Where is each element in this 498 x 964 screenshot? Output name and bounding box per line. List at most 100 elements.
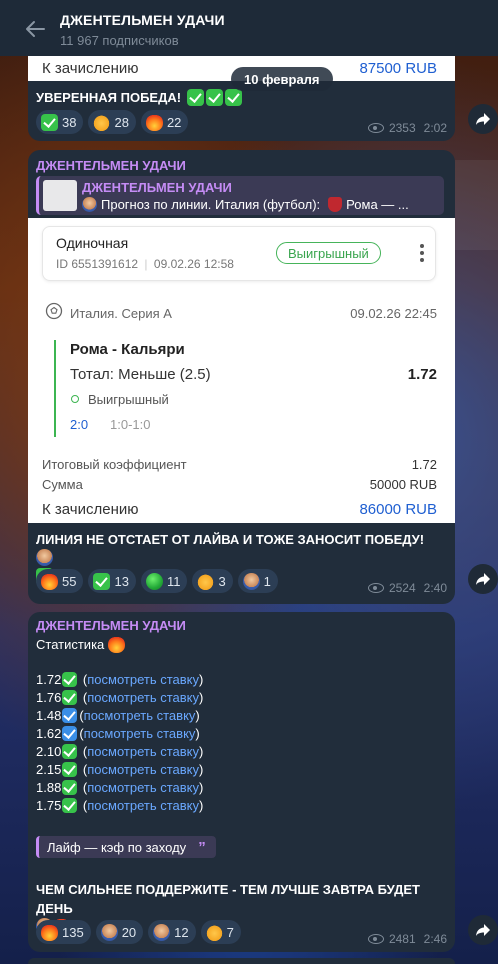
stat-row: 1.75 (посмотреть ставку): [36, 797, 204, 813]
market-name: Тотал: Меньше (2.5): [70, 366, 211, 383]
next-message-edge: [28, 958, 455, 964]
view-count: 2524: [388, 581, 416, 595]
quote-mark-icon: ”: [198, 838, 206, 856]
reaction-chip[interactable]: 13: [88, 569, 136, 593]
avatar-icon: [82, 197, 97, 212]
bet-id: ID 6551391612: [56, 257, 139, 271]
stat-value: 1.62: [36, 725, 62, 741]
stat-row: 2.10 (посмотреть ставку): [36, 743, 204, 759]
reactions-row: 135 20 12 7: [36, 920, 241, 944]
message-bubble[interactable]: К зачислению 87500 RUB УВЕРЕННАЯ ПОБЕДА!…: [28, 44, 455, 141]
reaction-count: 22: [166, 114, 182, 130]
reaction-count: 38: [62, 114, 77, 130]
separator: |: [144, 257, 148, 271]
green-circle-icon: [145, 572, 163, 590]
reaction-count: 3: [218, 573, 226, 589]
reaction-chip[interactable]: 12: [148, 920, 196, 944]
view-bet-link[interactable]: посмотреть ставку: [87, 690, 199, 705]
share-button[interactable]: [468, 104, 498, 134]
reactions-row: 38 28 22: [36, 110, 189, 134]
avatar-icon: [242, 572, 260, 590]
check-icon: [62, 689, 78, 705]
message-time: 2:46: [423, 932, 447, 946]
share-arrow-icon: [476, 924, 490, 936]
message-meta: 2481 2:46: [367, 932, 447, 946]
avatar-icon: [100, 923, 118, 941]
stat-row: 1.88 (посмотреть ставку): [36, 779, 204, 795]
reply-preview[interactable]: ДЖЕНТЕЛЬМЕН УДАЧИ Прогноз по линии. Итал…: [36, 176, 444, 215]
view-count: 2481: [388, 932, 416, 946]
reaction-chip[interactable]: 3: [192, 569, 233, 593]
view-bet-link[interactable]: посмотреть ставку: [84, 708, 196, 723]
reaction-chip[interactable]: 28: [88, 110, 136, 134]
reaction-count: 135: [62, 924, 84, 940]
fire-icon: [108, 636, 126, 653]
score: 2:0: [70, 417, 89, 432]
reaction-count: 11: [166, 573, 181, 589]
check-icon: [62, 779, 78, 795]
background-decoration: [455, 160, 498, 250]
sum-value: 50000 RUB: [369, 477, 437, 492]
credit-label: К зачислению: [42, 60, 139, 77]
quote-text: Лайф — кэф по заходу: [47, 839, 187, 855]
reaction-chip[interactable]: 1: [237, 569, 278, 593]
stat-value: 2.15: [36, 761, 62, 777]
message-text: УВЕРЕННАЯ ПОБЕДА!: [36, 89, 243, 106]
blue-check-icon: [62, 725, 78, 741]
reaction-chip[interactable]: 38: [36, 110, 84, 134]
fire-icon: [41, 923, 58, 941]
reply-text-content: Прогноз по линии. Италия (футбол):: [101, 197, 321, 212]
message-author[interactable]: ДЖЕНТЕЛЬМЕН УДАЧИ: [36, 618, 186, 633]
check-icon: [41, 113, 58, 131]
reaction-chip[interactable]: 7: [200, 920, 241, 944]
view-bet-link[interactable]: посмотреть ставку: [84, 726, 196, 741]
check-icon: [62, 671, 78, 687]
check-icon: [93, 572, 111, 590]
message-text-content: УВЕРЕННАЯ ПОБЕДА!: [36, 90, 182, 105]
view-bet-link[interactable]: посмотреть ставку: [87, 762, 199, 777]
stat-value: 2.10: [36, 743, 62, 759]
reply-text: Прогноз по линии. Италия (футбол): Рома …: [82, 197, 409, 212]
check-icon: [62, 761, 78, 777]
reaction-chip[interactable]: 55: [36, 569, 84, 593]
check-icon: [225, 89, 243, 106]
view-bet-link[interactable]: посмотреть ставку: [87, 798, 199, 813]
reaction-chip[interactable]: 135: [36, 920, 91, 944]
stats-heading-text: Статистика: [36, 637, 105, 652]
view-bet-link[interactable]: посмотреть ставку: [87, 744, 199, 759]
bet-card: Одиночная ID 6551391612 | 09.02.26 12:58…: [28, 218, 455, 523]
check-icon: [62, 797, 78, 813]
message-bubble[interactable]: ДЖЕНТЕЛЬМЕН УДАЧИ Статистика 1.72 (посмо…: [28, 612, 455, 952]
bet-summary: Одиночная ID 6551391612 | 09.02.26 12:58…: [42, 226, 436, 281]
share-arrow-icon: [476, 573, 490, 585]
share-button[interactable]: [468, 564, 498, 594]
stat-value: 1.48: [36, 707, 62, 723]
status-badge: Выигрышный: [276, 242, 381, 264]
view-bet-link[interactable]: посмотреть ставку: [87, 672, 199, 687]
views-icon: [367, 123, 384, 133]
thumbs-up-icon: [197, 572, 215, 590]
message-bubble[interactable]: ДЖЕНТЕЛЬМЕН УДАЧИ ДЖЕНТЕЛЬМЕН УДАЧИ Прог…: [28, 150, 455, 604]
reaction-count: 13: [114, 573, 129, 589]
check-icon: [206, 89, 224, 106]
reaction-count: 12: [174, 924, 189, 940]
date-pill: 10 февраля: [231, 67, 333, 91]
view-bet-link[interactable]: посмотреть ставку: [87, 780, 199, 795]
views-icon: [367, 583, 384, 593]
credit-value: 86000 RUB: [359, 501, 437, 518]
channel-title[interactable]: ДЖЕНТЕЛЬМЕН УДАЧИ: [60, 12, 225, 28]
score-detail: 1:0-1:0: [110, 417, 151, 432]
stat-row: 1.72 (посмотреть ставку): [36, 671, 204, 687]
reaction-chip[interactable]: 22: [140, 110, 189, 134]
message-author[interactable]: ДЖЕНТЕЛЬМЕН УДАЧИ: [36, 158, 186, 173]
reaction-count: 1: [263, 573, 271, 589]
more-options-icon[interactable]: [419, 243, 425, 263]
stat-value: 1.72: [36, 671, 62, 687]
reaction-chip[interactable]: 20: [95, 920, 144, 944]
back-arrow-icon[interactable]: [24, 18, 46, 40]
roma-crest-icon: [328, 197, 343, 212]
match-name: Рома - Кальяри: [70, 341, 185, 358]
message-meta: 2524 2:40: [367, 581, 447, 595]
reaction-chip[interactable]: 11: [140, 569, 188, 593]
share-button[interactable]: [468, 915, 498, 945]
